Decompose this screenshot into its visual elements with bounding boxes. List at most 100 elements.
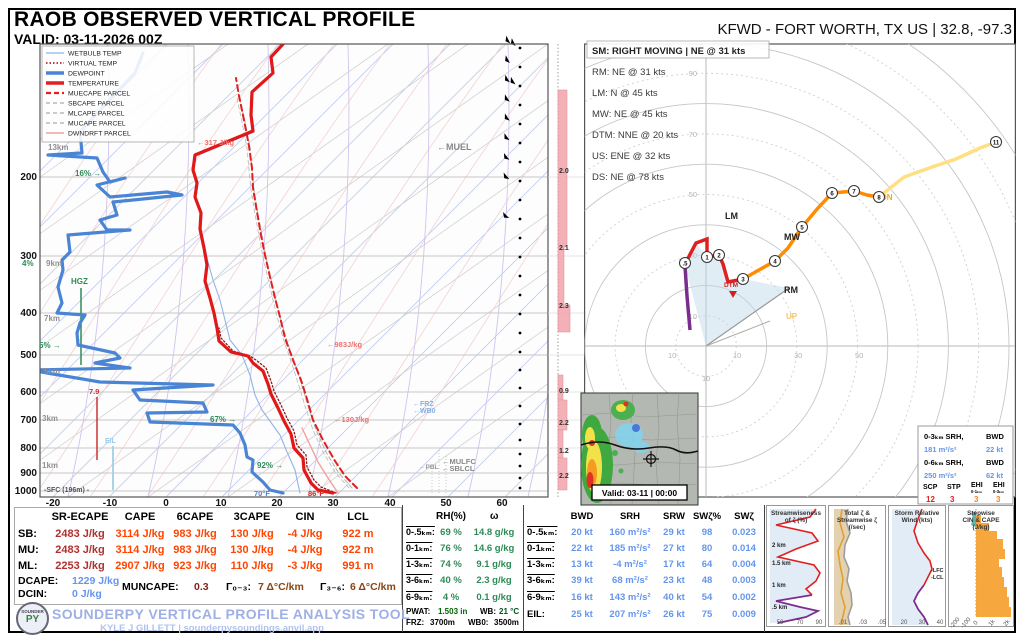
- cell: 98: [701, 527, 713, 538]
- muncape-label: MUNCAPE:: [122, 581, 179, 593]
- col-header: LCL: [347, 511, 369, 523]
- svg-text:2 km: 2 km: [772, 543, 786, 549]
- svg-text:62 kt: 62 kt: [986, 471, 1004, 480]
- sblcl-label: ←SBLCL: [442, 464, 475, 473]
- svg-text:181 m²/s²: 181 m²/s²: [924, 445, 957, 454]
- omega-value: 9.1 g/kg: [476, 559, 512, 570]
- cape-annotation: ←317 J/kg: [197, 138, 235, 147]
- omega-value: 14.6 g/kg: [473, 543, 515, 554]
- pressure-tick: 700: [20, 415, 37, 426]
- panel-streamwiseness: Streamwiseness of ζ (%) 2 km 1.5 km 1 km…: [766, 505, 826, 627]
- radar-caption: Valid: 03-11 | 00:00: [591, 484, 688, 501]
- cell: 991 m: [342, 560, 374, 572]
- sfc-label: -SFC (196m) -: [44, 487, 90, 494]
- cell: 0.023: [732, 527, 756, 538]
- height-label: 3km: [42, 414, 58, 423]
- svg-text:Storm Relative: Storm Relative: [895, 510, 940, 517]
- svg-text:(J/kg): (J/kg): [972, 524, 989, 531]
- cell: 0.009: [732, 609, 756, 620]
- pressure-tick: 400: [20, 308, 37, 319]
- dcin-value: 0 J/kg: [72, 588, 102, 600]
- wb0-label: WB0:: [468, 618, 489, 627]
- col-header: BWD: [570, 511, 594, 522]
- svg-text:CIN & CAPE: CIN & CAPE: [963, 517, 1001, 524]
- strip-value: 2.0: [559, 168, 569, 175]
- wb0-label: ←WB0: [413, 408, 436, 415]
- rh-value: 40 %: [440, 575, 462, 586]
- omega-header: ω: [490, 511, 499, 522]
- svg-text:40: 40: [937, 620, 944, 626]
- cell: 0.002: [732, 592, 756, 603]
- layer-label: 0-.5ₖₘ:: [406, 527, 435, 537]
- temp-tick: 60: [496, 498, 508, 509]
- pressure-tick: 800: [20, 443, 37, 454]
- frz-value: 3700m: [430, 618, 455, 627]
- wb0-value: 3500m: [494, 618, 519, 627]
- srh-indices-box: 0-3ₖₘ SRH, BWD 181 m²/s² 22 kt 0-6ₖₘ SRH…: [917, 425, 1014, 505]
- svg-text:(/sec): (/sec): [849, 524, 866, 531]
- svg-text:1.5 km: 1.5 km: [772, 561, 791, 567]
- legend-item: TEMPERATURE: [68, 81, 119, 88]
- height-label: 13km: [48, 143, 68, 152]
- footer-credit-link[interactable]: KYLE J GILLETT | sounderpysoundings.anvi…: [52, 623, 372, 634]
- surface-temp-f: 86°F: [308, 489, 324, 498]
- svg-text:30: 30: [919, 620, 926, 626]
- ring-label: 10: [668, 351, 676, 360]
- svg-text:22 kt: 22 kt: [986, 445, 1004, 454]
- svg-text:12: 12: [926, 495, 935, 504]
- muel-label: ←MUEL: [437, 142, 472, 152]
- logo-text-py: PY: [25, 614, 40, 625]
- cell: 922 m: [342, 544, 374, 556]
- wb-value: 21 °C: [499, 607, 520, 616]
- skewt-legend: WETBULB TEMP VIRTUAL TEMP DEWPOINT TEMPE…: [41, 45, 195, 143]
- strip-value: 2.3: [559, 303, 569, 310]
- surface-dewpoint-f: 70°F: [254, 489, 270, 498]
- pressure-tick: 900: [20, 468, 37, 479]
- legend-item: MUCAPE PARCEL: [68, 121, 126, 128]
- kinematics-table: BWD SRH SRW SWζ% SWζ 0-.5ₖₘ: 20 kt 160 m…: [527, 509, 763, 632]
- legend-item: VIRTUAL TEMP: [68, 61, 117, 68]
- rh-header: RH(%): [436, 511, 466, 522]
- layer-label: 1-3ₖₘ:: [406, 559, 433, 569]
- svg-text:3: 3: [996, 495, 1001, 504]
- svg-text:.01: .01: [839, 620, 848, 626]
- lr03-value: 7 Δ°C/km: [258, 581, 304, 593]
- legend-item: WETBULB TEMP: [68, 51, 122, 58]
- svg-text:Stepwise: Stepwise: [967, 510, 995, 517]
- cell: 922 m: [342, 528, 374, 540]
- svg-text:250 m²/s²: 250 m²/s²: [924, 471, 957, 480]
- svg-text:Streamwise ζ: Streamwise ζ: [837, 517, 877, 524]
- rh-annotation: 16% →: [75, 169, 101, 178]
- ring-label: 10: [733, 351, 741, 360]
- rm-label: RM: [784, 285, 798, 295]
- cell: 0.004: [732, 559, 756, 570]
- strip-value: 1.2: [559, 448, 569, 455]
- sounderpy-logo: SOUNDER PY: [16, 602, 49, 635]
- eil-label: EIL: [105, 438, 117, 445]
- cell: 48: [701, 575, 713, 586]
- cape-annotation: ←983J/kg: [327, 340, 362, 349]
- row-label: MU:: [18, 544, 39, 556]
- svg-text:1 km: 1 km: [772, 583, 786, 589]
- svg-text:3: 3: [950, 495, 955, 504]
- rm-line: RM: NE @ 31 kts: [592, 67, 666, 78]
- lr03-label: Γ₀₋₃:: [226, 581, 251, 593]
- rh-value: 76 %: [440, 543, 462, 554]
- svg-text:90: 90: [816, 620, 823, 626]
- svg-text:EHI: EHI: [993, 482, 1005, 489]
- strip-value: 2.2: [559, 420, 569, 427]
- legend-item: SBCAPE PARCEL: [68, 101, 124, 108]
- svg-text:Streamwiseness: Streamwiseness: [771, 510, 822, 517]
- ring-label: 10: [702, 374, 710, 383]
- svg-text:-LCL: -LCL: [931, 575, 944, 581]
- layer-label: 6-9ₖₘ:: [406, 592, 433, 602]
- mw-label: MW: [784, 232, 800, 242]
- layer-label: 1-3ₖₘ:: [527, 559, 555, 570]
- cape-annotation: ←130J/kg: [334, 415, 369, 424]
- ring-label: 70: [689, 130, 697, 139]
- row-label: ML:: [18, 560, 38, 572]
- pressure-tick: 1000: [15, 486, 38, 497]
- pwat-value: 1.503 in: [438, 607, 468, 616]
- height-label: 1km: [42, 461, 58, 470]
- rh-value: 4 %: [442, 592, 460, 603]
